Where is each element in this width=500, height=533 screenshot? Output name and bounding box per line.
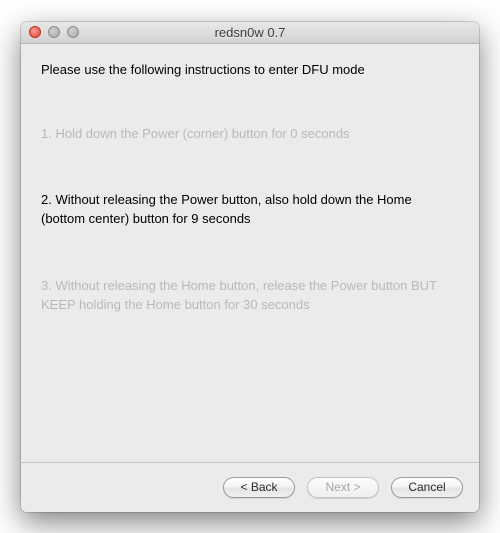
titlebar[interactable]: redsn0w 0.7 <box>21 22 479 44</box>
instructions-heading: Please use the following instructions to… <box>41 62 459 77</box>
window-controls <box>21 26 79 38</box>
cancel-button[interactable]: Cancel <box>391 477 463 498</box>
step-1: 1. Hold down the Power (corner) button f… <box>41 125 459 144</box>
minimize-icon <box>48 26 60 38</box>
zoom-icon <box>67 26 79 38</box>
step-2: 2. Without releasing the Power button, a… <box>41 191 459 229</box>
footer-buttons: < Back Next > Cancel <box>21 462 479 512</box>
back-button[interactable]: < Back <box>223 477 295 498</box>
window-title: redsn0w 0.7 <box>21 25 479 40</box>
content-area: Please use the following instructions to… <box>21 44 479 462</box>
next-button: Next > <box>307 477 379 498</box>
close-icon[interactable] <box>29 26 41 38</box>
app-window: redsn0w 0.7 Please use the following ins… <box>21 22 479 512</box>
step-3: 3. Without releasing the Home button, re… <box>41 277 459 315</box>
